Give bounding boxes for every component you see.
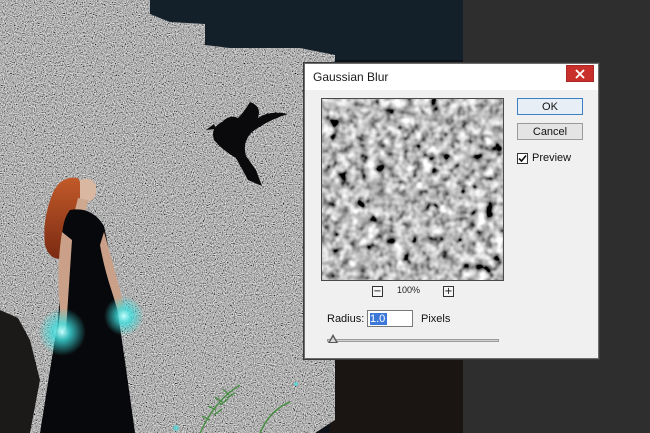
preview-label: Preview	[532, 152, 572, 164]
dialog-title: Gaussian Blur	[313, 70, 389, 84]
preview-checkbox[interactable]	[517, 153, 528, 164]
gaussian-blur-dialog: Gaussian Blur − 100% + OK Cancel Preview…	[304, 63, 599, 359]
cancel-button[interactable]: Cancel	[517, 123, 583, 140]
radius-label: Radius:	[327, 313, 365, 325]
preview-window[interactable]	[321, 98, 504, 281]
checkmark-icon	[518, 154, 527, 163]
zoom-level: 100%	[397, 285, 421, 295]
radius-slider-track[interactable]	[327, 339, 499, 342]
close-button[interactable]	[566, 65, 594, 82]
zoom-out-button[interactable]: −	[372, 286, 383, 297]
ok-button[interactable]: OK	[517, 98, 583, 115]
zoom-in-button[interactable]: +	[443, 286, 454, 297]
radius-slider-thumb[interactable]	[328, 334, 338, 343]
radius-unit-label: Pixels	[421, 313, 451, 325]
close-icon	[575, 68, 585, 79]
noise-preview-image	[322, 99, 503, 280]
radius-input[interactable]	[367, 310, 413, 327]
dialog-titlebar[interactable]: Gaussian Blur	[305, 64, 598, 90]
